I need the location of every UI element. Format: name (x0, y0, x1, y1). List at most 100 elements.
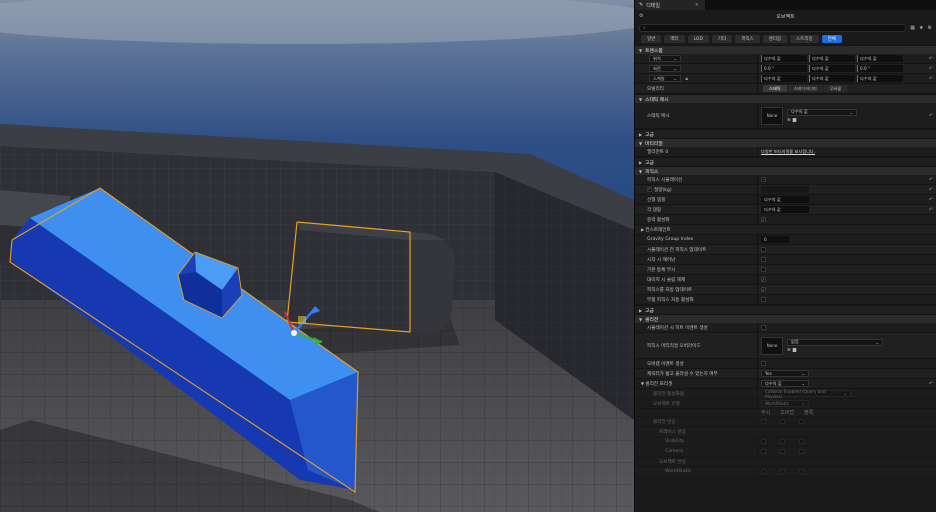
reset-icon[interactable]: ↶ (929, 56, 933, 62)
row-constraints[interactable]: ▶ 컨스트레인트 (635, 225, 936, 235)
simulate-physics-checkbox[interactable]: – (761, 177, 766, 182)
mobility-stationary[interactable]: 스테이셔너리 (787, 85, 823, 92)
vis-overlap[interactable] (780, 439, 785, 444)
reset-icon[interactable]: ↶ (929, 381, 933, 387)
filter-button[interactable]: 액터 (664, 35, 685, 43)
location-z[interactable]: 다수의 값 (857, 55, 903, 62)
browse-icon[interactable]: ⊕ (787, 118, 791, 123)
rotation-y[interactable]: 다수의 값 (809, 65, 855, 72)
gravity-group-input[interactable]: 0 (761, 236, 789, 243)
filter-button[interactable]: 렌더링 (762, 35, 788, 43)
resp-block[interactable] (799, 419, 804, 424)
cylinder-box[interactable] (287, 222, 410, 332)
cam-ignore[interactable] (761, 449, 766, 454)
grid-view-icon[interactable]: ▦ (910, 25, 915, 31)
object-type-dropdown[interactable]: WorldStatic ⌄ (761, 400, 809, 407)
row-response-headers: 무시 오버랩 블록 (635, 409, 936, 417)
cam-overlap[interactable] (780, 449, 785, 454)
section-advanced[interactable]: ▶ 고급 (635, 129, 936, 138)
reset-icon[interactable]: ↶ (929, 187, 933, 193)
folder-icon[interactable]: ▆ (793, 348, 796, 353)
collision-enabled-dropdown[interactable]: Collision Enabled (Query and Physics) ⌄ (761, 389, 851, 399)
section-advanced[interactable]: ▶ 고급 (635, 157, 936, 166)
tab-details[interactable]: ✎ 디테일 × (635, 0, 705, 10)
scale-y[interactable]: 다수의 값 (809, 75, 855, 82)
search-icon: ⌕ (643, 24, 646, 31)
level-viewport[interactable] (0, 0, 634, 512)
filter-button[interactable]: 일반 (641, 35, 662, 43)
sim-hit-checkbox[interactable] (761, 325, 766, 330)
mobility-static[interactable]: 스태틱 (763, 85, 787, 92)
physics-option-checkbox[interactable]: ✓ (761, 287, 766, 292)
static-mesh-thumbnail[interactable]: None (761, 106, 783, 125)
step-up-dropdown[interactable]: Yes ⌄ (761, 370, 809, 377)
close-icon[interactable]: × (695, 2, 699, 8)
scale-z[interactable]: 다수의 값 (857, 75, 903, 82)
scale-x[interactable]: 다수의 값 (761, 75, 807, 82)
star-icon[interactable]: ★ (919, 25, 923, 31)
linear-damping-input[interactable]: 다수의 값 (761, 196, 809, 203)
reset-icon[interactable]: ↶ (929, 177, 933, 183)
reset-icon[interactable]: ↶ (929, 113, 933, 119)
physics-option-row: 부품 피직스 자동 활성화 (635, 295, 936, 305)
ws-overlap[interactable] (780, 469, 785, 474)
enable-gravity-checkbox[interactable]: ✓ (761, 217, 766, 222)
reset-icon[interactable]: ↶ (929, 197, 933, 203)
physics-option-checkbox[interactable] (761, 257, 766, 262)
rotation-x[interactable]: 0.0 ° (761, 65, 807, 72)
filter-button[interactable]: LOD (687, 35, 709, 43)
mobility-movable[interactable]: 무버블 (823, 85, 848, 92)
section-collision[interactable]: ▼ 콜리전 (635, 314, 936, 323)
mass-input[interactable] (761, 186, 809, 193)
reset-icon[interactable]: ↶ (929, 207, 933, 213)
presets-dropdown[interactable]: 다수의 값 ⌄ (761, 380, 809, 387)
lock-ratio-icon[interactable]: 🔒︎ (685, 77, 687, 82)
vis-block[interactable] (799, 439, 804, 444)
location-y[interactable]: 다수의 값 (809, 55, 855, 62)
filter-button[interactable]: 전체 (821, 35, 842, 43)
overlap-label: 오버랩 이벤트 생성 (647, 361, 684, 367)
material-element-label: 엘리먼트 0 (647, 149, 669, 155)
row-object-type: 오브젝트 유형 WorldStatic ⌄ (635, 399, 936, 409)
section-physics[interactable]: ▼ 피직스 (635, 166, 936, 175)
physics-option-checkbox[interactable]: ✓ (761, 277, 766, 282)
search-input[interactable]: ⌕ (639, 23, 907, 32)
browse-icon[interactable]: ⊕ (787, 348, 791, 353)
physics-option-label: 시작 시 깨어남 (647, 257, 676, 263)
static-mesh-picker[interactable]: 다수의 값 ⌄ (787, 108, 857, 116)
angular-damping-input[interactable]: 다수의 값 (761, 206, 809, 213)
reset-icon[interactable]: ↶ (929, 66, 933, 72)
reset-icon[interactable]: ↶ (929, 76, 933, 82)
folder-icon[interactable]: ▆ (793, 118, 796, 123)
rotation-z[interactable]: 0.0 ° (857, 65, 903, 72)
material-link[interactable]: 다양한 머티리얼을 표시합니다. (761, 149, 815, 155)
cam-block[interactable] (799, 449, 804, 454)
tab-details-label: 디테일 (646, 2, 661, 9)
physics-option-checkbox[interactable] (761, 297, 766, 302)
ws-ignore[interactable] (761, 469, 766, 474)
resp-ignore[interactable] (761, 419, 766, 424)
header-block: 블록 (804, 410, 814, 416)
section-static-mesh[interactable]: ▼ 스태틱 메시 (635, 94, 936, 103)
resp-overlap[interactable] (780, 419, 785, 424)
filter-button[interactable]: 기타 (711, 35, 733, 43)
rotation-dropdown[interactable]: 회전 ⌄ (649, 65, 681, 72)
scale-dropdown[interactable]: 스케일 ⌄ (649, 75, 681, 82)
vis-ignore[interactable] (761, 439, 766, 444)
mass-override-checkbox[interactable]: ✓ (647, 186, 652, 192)
section-material[interactable]: ▼ 머티리얼 (635, 138, 936, 147)
filter-button[interactable]: 피직스 (735, 35, 760, 43)
section-advanced[interactable]: ▶ 고급 (635, 305, 936, 314)
physics-option-checkbox[interactable] (761, 247, 766, 252)
settings-icon[interactable]: ⚙ (928, 25, 932, 31)
location-dropdown[interactable]: 위치 ⌄ (649, 55, 681, 62)
filter-button[interactable]: 스트리밍 (790, 35, 819, 43)
ws-block[interactable] (799, 469, 804, 474)
expand-arrow-icon: ▶ (639, 131, 643, 137)
location-x[interactable]: 다수의 값 (761, 55, 807, 62)
phys-material-picker[interactable]: 없음 ⌄ (787, 338, 883, 346)
section-transform[interactable]: ▼ 트랜스폼 (635, 45, 936, 54)
physics-option-checkbox[interactable] (761, 267, 766, 272)
phys-material-thumbnail[interactable]: None (761, 336, 783, 355)
overlap-checkbox[interactable] (761, 361, 766, 366)
